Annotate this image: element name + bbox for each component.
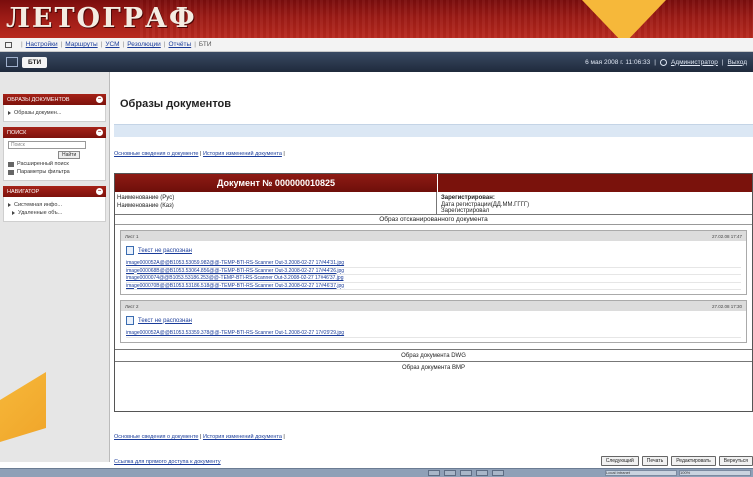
- file-link[interactable]: image0000074@@B1053.53186.253@@-TEMP-BTI…: [126, 275, 344, 281]
- top-toolbar: БТИ 6 мая 2008 г. 11:06:33 | Администрат…: [0, 52, 753, 72]
- collapse-icon[interactable]: –: [96, 188, 103, 195]
- registered-label: Зарегистрирован:: [441, 195, 495, 201]
- bottom-tab-document-history[interactable]: История изменений документа: [203, 434, 282, 440]
- logout-link[interactable]: Выход: [728, 59, 747, 66]
- filter-icon: [8, 169, 14, 175]
- sidebar-item-deleted-objects[interactable]: Удаленные объ...: [8, 210, 101, 216]
- text-unrecognized[interactable]: Текст не распознан: [126, 315, 741, 326]
- next-button[interactable]: Следующий: [600, 456, 639, 466]
- back-button[interactable]: Вернуться: [718, 456, 753, 466]
- zoom-indicator[interactable]: 100%: [679, 470, 751, 476]
- bmp-image-row[interactable]: Образ документа BMP: [115, 360, 752, 373]
- sidebar-section-search[interactable]: Поиск –: [3, 127, 106, 138]
- arrow-right-icon: [8, 203, 11, 207]
- file-link[interactable]: image000070B@@B1053.53186.518@@-TEMP-BTI…: [126, 283, 344, 289]
- menu-current: БТИ: [198, 41, 212, 48]
- page-label: Лист 1: [125, 233, 139, 239]
- bottom-tabs: Основные сведения о документе | История …: [114, 434, 285, 440]
- page-date: 27.02.08 17:30: [711, 303, 742, 309]
- main-content: Образы документов Основные сведения о до…: [114, 72, 753, 466]
- status-slot: [476, 470, 488, 476]
- document-names: Наименование (Рус) Наименование (Каз): [115, 192, 437, 214]
- arrow-right-icon: [12, 211, 15, 215]
- file-link[interactable]: image000068B@@B1053.53064.856@@-TEMP-BTI…: [126, 268, 344, 274]
- sidebar-item-images[interactable]: Образы докумен...: [8, 110, 101, 116]
- header-banner: ЛЕТОГРАФ: [0, 0, 753, 38]
- document-card: Документ № 000000010825 Наименование (Ру…: [114, 173, 753, 412]
- menu-resolutions[interactable]: Резолюции: [127, 41, 161, 48]
- status-bar: Local intranet 100%: [0, 468, 753, 477]
- info-bar: [114, 124, 753, 137]
- document-icon: [126, 246, 134, 255]
- action-buttons: Следующий Печать Редактировать Вернуться: [600, 456, 753, 466]
- module-menu-icon[interactable]: [6, 57, 18, 67]
- user-icon: [659, 58, 667, 66]
- field-name-kaz: Наименование (Каз): [117, 202, 174, 209]
- document-header: Документ № 000000010825: [115, 174, 752, 192]
- direct-access-link[interactable]: Ссылка для прямого доступа к документу: [114, 459, 221, 465]
- document-tabs: Основные сведения о документе | История …: [114, 151, 285, 157]
- sidebar-item-filter-params[interactable]: Параметры фильтра: [8, 169, 101, 175]
- collapse-icon[interactable]: –: [96, 129, 103, 136]
- sidebar-section-images[interactable]: Образы документов –: [3, 94, 106, 105]
- menu-routes[interactable]: Маршруты: [65, 41, 97, 48]
- status-slot: [492, 470, 504, 476]
- file-list: image000052A@@B1053.53359.378@@-TEMP-BTI…: [126, 330, 741, 338]
- menu-bar: | Настройки | Маршруты | УСМ | Резолюции…: [0, 38, 753, 52]
- menu-settings[interactable]: Настройки: [26, 41, 58, 48]
- search-options-icon: [8, 161, 14, 167]
- sidebar-item-system-info[interactable]: Системная инфо...: [8, 202, 101, 208]
- file-list: image000052A@@B1053.53059.982@@-TEMP-BTI…: [126, 260, 741, 290]
- app-logo: ЛЕТОГРАФ: [6, 3, 197, 34]
- sidebar-search-body: Поиск Найти Расширенный поиск Параметры …: [3, 138, 106, 181]
- search-input[interactable]: Поиск: [8, 141, 86, 149]
- bottom-tab-document-info[interactable]: Основные сведения о документе: [114, 434, 198, 440]
- sidebar-images-body: Образы докумен...: [3, 105, 106, 122]
- scan-page-header: Лист 1 27.02.08 17:47: [121, 231, 746, 241]
- file-link[interactable]: image000052A@@B1053.53359.378@@-TEMP-BTI…: [126, 330, 344, 336]
- status-tray: Local intranet 100%: [603, 469, 753, 477]
- field-registered-by: Зарегистрировал: [441, 208, 490, 214]
- document-icon: [126, 316, 134, 325]
- field-name-rus: Наименование (Рус): [117, 195, 175, 201]
- file-link[interactable]: image000052A@@B1053.53059.982@@-TEMP-BTI…: [126, 260, 344, 266]
- sidebar-item-advanced-search[interactable]: Расширенный поиск: [8, 161, 101, 167]
- document-registration: Зарегистрирован: Дата регистрации(ДД.ММ.…: [437, 192, 752, 214]
- toolbar-right: 6 мая 2008 г. 11:06:33 | Администратор |…: [585, 58, 747, 66]
- menu-reports[interactable]: Отчёты: [169, 41, 192, 48]
- tab-document-history[interactable]: История изменений документа: [203, 151, 282, 157]
- scan-page: Лист 1 27.02.08 17:47 Текст не распознан…: [120, 230, 747, 295]
- tab-bti[interactable]: БТИ: [22, 56, 48, 68]
- search-button[interactable]: Найти: [58, 151, 81, 159]
- zone-indicator: Local intranet: [605, 470, 677, 476]
- page-label: Лист 2: [125, 303, 139, 309]
- page-title: Образы документов: [120, 98, 232, 110]
- edit-button[interactable]: Редактировать: [671, 456, 716, 466]
- sidebar-section-navigator[interactable]: Навигатор –: [3, 186, 106, 197]
- tab-document-info[interactable]: Основные сведения о документе: [114, 151, 198, 157]
- sidebar-navigator-body: Системная инфо... Удаленные объ...: [3, 197, 106, 222]
- scan-page: Лист 2 27.02.08 17:30 Текст не распознан…: [120, 300, 747, 343]
- user-link[interactable]: Администратор: [671, 59, 718, 66]
- status-slot: [460, 470, 472, 476]
- home-icon[interactable]: [5, 41, 12, 48]
- scan-section-title: Образ отсканированного документа: [115, 215, 752, 225]
- scan-page-header: Лист 2 27.02.08 17:30: [121, 301, 746, 311]
- decorative-triangle: [582, 0, 666, 38]
- document-title: Документ № 000000010825: [115, 174, 437, 192]
- status-slot: [444, 470, 456, 476]
- page-date: 27.02.08 17:47: [711, 233, 742, 239]
- text-unrecognized[interactable]: Текст не распознан: [126, 245, 741, 256]
- menu-usm[interactable]: УСМ: [105, 41, 119, 48]
- datetime: 6 мая 2008 г. 11:06:33: [585, 58, 651, 66]
- status-slot: [428, 470, 440, 476]
- dwg-image-row[interactable]: Образ документа DWG: [115, 348, 752, 361]
- arrow-right-icon: [8, 111, 11, 115]
- print-button[interactable]: Печать: [641, 456, 669, 466]
- document-info: Наименование (Рус) Наименование (Каз) За…: [115, 192, 752, 215]
- collapse-icon[interactable]: –: [96, 96, 103, 103]
